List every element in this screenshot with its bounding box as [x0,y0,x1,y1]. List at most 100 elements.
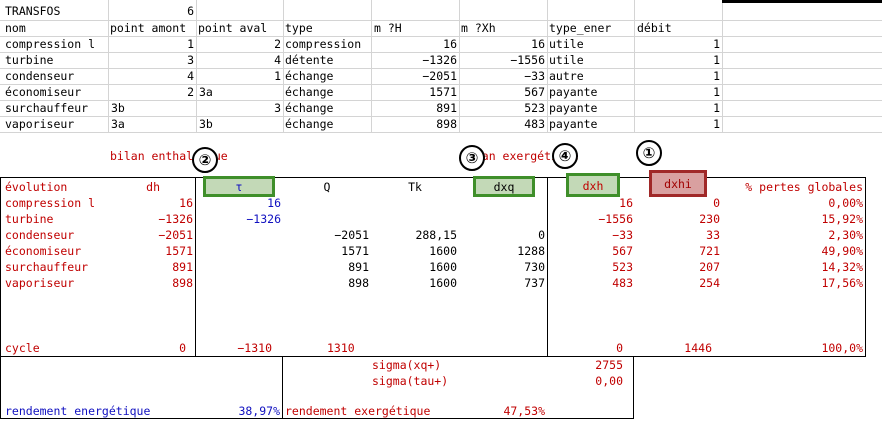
transfo-nom[interactable]: compression l [5,36,107,52]
transfo-type[interactable]: échange [285,100,370,116]
transfo-mh[interactable]: 891 [371,100,457,116]
bilan-tau[interactable] [196,275,281,291]
transfo-mxh[interactable]: 523 [459,100,545,116]
transfos-count[interactable]: 6 [108,3,194,19]
rendement-energetique-value[interactable]: 38,97% [196,403,280,419]
transfo-aval[interactable]: 3a [199,84,281,100]
col-q[interactable]: Q [283,179,371,195]
bilan-dxh[interactable]: −1556 [548,211,633,227]
bilan-dxq[interactable]: 1288 [459,243,545,259]
spreadsheet[interactable]: TRANSFOS 6 nom point amont point aval ty… [0,0,882,428]
transfo-type-ener[interactable]: utile [549,52,633,68]
transfo-type-ener[interactable]: payante [549,100,633,116]
bilan-dxhi[interactable]: 721 [634,243,720,259]
col-dh[interactable]: dh [108,179,160,195]
transfo-nom[interactable]: surchauffeur [5,100,107,116]
cycle-dh[interactable]: 0 [108,340,186,356]
header-mxh[interactable]: m ?Xh [461,20,545,36]
transfo-amont[interactable]: 3 [108,52,194,68]
transfo-nom[interactable]: économiseur [5,84,107,100]
sigma-tau-label[interactable]: sigma(tau+) [372,373,482,389]
header-type-ener[interactable]: type_ener [549,20,633,36]
bilan-tau[interactable] [196,243,281,259]
bilan-dh[interactable]: 16 [108,195,193,211]
bilan-pertes[interactable]: 2,30% [722,227,863,243]
transfo-aval[interactable]: 3 [196,100,281,116]
bilan-q[interactable]: −2051 [283,227,369,243]
transfo-aval[interactable]: 1 [196,68,281,84]
header-mh[interactable]: m ?H [374,20,458,36]
transfo-amont[interactable]: 2 [108,84,194,100]
col-evolution[interactable]: évolution [5,179,105,195]
bilan-q[interactable]: 891 [283,259,369,275]
sigma-tau-value[interactable]: 0,00 [548,373,623,389]
header-type[interactable]: type [285,20,369,36]
bilan-dxh[interactable]: 16 [548,195,633,211]
bilan-evolution[interactable]: compression l [5,195,105,211]
bilan-dh[interactable]: 1571 [108,243,193,259]
transfo-mxh[interactable]: 567 [459,84,545,100]
bilan-exergetique-label[interactable]: bilan exergétique [461,148,631,164]
transfo-mxh[interactable]: −33 [459,68,545,84]
bilan-dxq[interactable]: 0 [459,227,545,243]
bilan-tau[interactable]: 16 [196,195,281,211]
bilan-dxh[interactable]: 483 [548,275,633,291]
transfo-mh[interactable]: 1571 [371,84,457,100]
bilan-dxh[interactable]: −33 [548,227,633,243]
col-tau[interactable]: τ [203,176,275,197]
bilan-tk[interactable]: 1600 [371,275,457,291]
bilan-pertes[interactable]: 0,00% [722,195,863,211]
sigma-xq-label[interactable]: sigma(xq+) [372,357,482,373]
bilan-dxhi[interactable]: 254 [634,275,720,291]
header-nom[interactable]: nom [5,20,107,36]
bilan-dh[interactable]: 898 [108,275,193,291]
transfo-type[interactable]: échange [285,116,370,132]
transfo-mxh[interactable]: −1556 [459,52,545,68]
col-dxq[interactable]: dxq [473,176,535,197]
transfo-debit[interactable]: 1 [634,100,720,116]
transfo-type[interactable]: échange [285,68,370,84]
header-point-amont[interactable]: point amont [110,20,196,36]
bilan-tk[interactable]: 1600 [371,243,457,259]
header-debit[interactable]: débit [637,20,721,36]
bilan-dxq[interactable]: 737 [459,275,545,291]
transfo-debit[interactable]: 1 [634,84,720,100]
transfo-mxh[interactable]: 16 [459,36,545,52]
transfo-aval[interactable]: 3b [199,116,281,132]
bilan-dxq[interactable] [459,211,545,227]
transfo-nom[interactable]: condenseur [5,68,107,84]
transfo-amont[interactable]: 1 [108,36,194,52]
transfo-amont[interactable]: 3a [111,116,195,132]
bilan-dxh[interactable]: 523 [548,259,633,275]
transfo-debit[interactable]: 1 [634,116,720,132]
bilan-tau[interactable] [196,227,281,243]
bilan-tau[interactable] [196,259,281,275]
transfo-aval[interactable]: 2 [196,36,281,52]
cycle-q[interactable]: 1310 [327,340,387,356]
bilan-pertes[interactable]: 15,92% [722,211,863,227]
transfo-type-ener[interactable]: autre [549,68,633,84]
col-dxhi[interactable]: dxhi [649,170,707,197]
bilan-dxhi[interactable]: 207 [634,259,720,275]
transfo-type[interactable]: échange [285,84,370,100]
transfo-nom[interactable]: turbine [5,52,107,68]
bilan-dxhi[interactable]: 230 [634,211,720,227]
bilan-pertes[interactable]: 14,32% [722,259,863,275]
bilan-tk[interactable] [371,195,457,211]
bilan-dxhi[interactable]: 0 [634,195,720,211]
bilan-pertes[interactable]: 17,56% [722,275,863,291]
transfo-amont[interactable]: 3b [111,100,195,116]
transfo-debit[interactable]: 1 [634,68,720,84]
bilan-dxq[interactable]: 730 [459,259,545,275]
rendement-exergetique-value[interactable]: 47,53% [459,403,545,419]
bilan-dxq[interactable] [459,195,545,211]
bilan-q[interactable] [283,211,369,227]
cycle-dxhi[interactable]: 1446 [634,340,712,356]
bilan-dh[interactable]: 891 [108,259,193,275]
transfo-mh[interactable]: 16 [371,36,457,52]
transfo-mh[interactable]: −2051 [371,68,457,84]
bilan-evolution[interactable]: turbine [5,211,105,227]
cycle-dxh[interactable]: 0 [548,340,623,356]
transfo-type-ener[interactable]: utile [549,36,633,52]
transfo-nom[interactable]: vaporiseur [5,116,107,132]
